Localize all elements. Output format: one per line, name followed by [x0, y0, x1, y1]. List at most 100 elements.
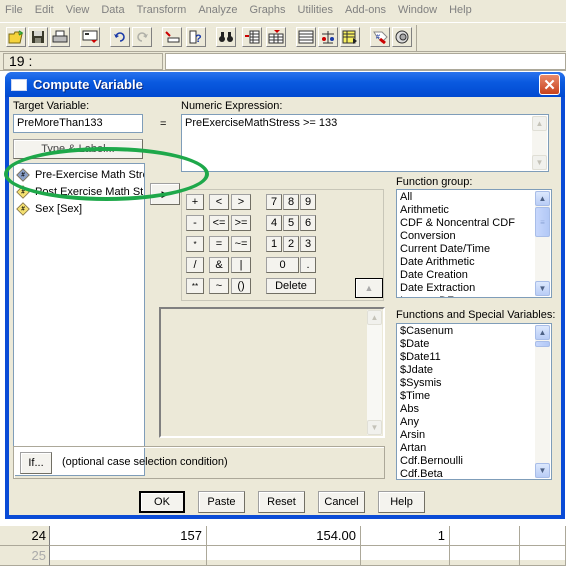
grid-cell[interactable] [450, 526, 520, 546]
function-item[interactable]: Artan [397, 442, 551, 455]
variable-item-post-exercise[interactable]: # Post Exercise Math Str [14, 184, 144, 201]
variable-item-pre-exercise[interactable]: # Pre-Exercise Math Stre [14, 167, 144, 184]
function-group-item[interactable]: All [397, 191, 551, 204]
key-or[interactable]: | [231, 257, 251, 273]
scroll-down-icon[interactable]: ▼ [532, 155, 547, 170]
key-decimal[interactable]: . [300, 257, 316, 273]
menu-view[interactable]: View [61, 4, 97, 16]
key-minus[interactable]: - [186, 215, 204, 231]
paste-button[interactable]: Paste [198, 491, 245, 513]
dialog-recall-icon[interactable] [80, 27, 100, 47]
grid-cell[interactable]: 157 [50, 526, 207, 546]
grid-cell[interactable] [520, 546, 566, 566]
function-item[interactable]: Cdf.Beta [397, 468, 551, 479]
function-item[interactable]: Any [397, 416, 551, 429]
function-item[interactable]: Abs [397, 403, 551, 416]
undo-icon[interactable] [110, 27, 130, 47]
menu-transform[interactable]: Transform [132, 4, 194, 16]
save-icon[interactable] [28, 27, 48, 47]
key-multiply[interactable]: * [186, 236, 204, 252]
functions-scrollbar[interactable]: ▲ ▼ [535, 325, 550, 478]
scroll-up-icon[interactable]: ▲ [535, 191, 550, 206]
scroll-up-icon[interactable]: ▲ [367, 310, 382, 325]
menu-utilities[interactable]: Utilities [293, 4, 340, 16]
ok-button[interactable]: OK [139, 491, 185, 513]
key-3[interactable]: 3 [300, 236, 316, 252]
function-item[interactable]: Cdf.Bernoulli [397, 455, 551, 468]
if-button[interactable]: If... [20, 452, 52, 474]
menu-file[interactable]: File [0, 4, 30, 16]
print-icon[interactable] [50, 27, 70, 47]
menu-add-ons[interactable]: Add-ons [340, 4, 393, 16]
scroll-thumb[interactable] [535, 341, 550, 347]
key-4[interactable]: 4 [266, 215, 282, 231]
scroll-down-icon[interactable]: ▼ [535, 281, 550, 296]
key-9[interactable]: 9 [300, 194, 316, 210]
type-label-button[interactable]: Type & Label... [13, 139, 143, 159]
scroll-down-icon[interactable]: ▼ [535, 463, 550, 478]
key-1[interactable]: 1 [266, 236, 282, 252]
menu-data[interactable]: Data [96, 4, 131, 16]
function-group-item[interactable]: Date Arithmetic [397, 256, 551, 269]
key-divide[interactable]: / [186, 257, 204, 273]
grid-cell[interactable]: 154.00 [207, 526, 361, 546]
key-equal[interactable]: = [209, 236, 229, 252]
menu-edit[interactable]: Edit [30, 4, 61, 16]
use-sets-icon[interactable] [392, 27, 412, 47]
row-header[interactable]: 24 [0, 526, 50, 546]
function-group-item[interactable]: Arithmetic [397, 204, 551, 217]
key-0[interactable]: 0 [266, 257, 299, 273]
key-less-than[interactable]: < [209, 194, 229, 210]
select-cases-icon[interactable] [340, 27, 360, 47]
grid-cell[interactable] [361, 546, 450, 566]
numeric-expression-input[interactable]: PreExerciseMathStress >= 133 ▲ ▼ [181, 114, 549, 172]
function-group-item[interactable]: Inverse DF [397, 295, 551, 297]
menu-analyze[interactable]: Analyze [193, 4, 244, 16]
key-greater-than[interactable]: > [231, 194, 251, 210]
insert-variable-icon[interactable] [266, 27, 286, 47]
key-8[interactable]: 8 [283, 194, 299, 210]
key-5[interactable]: 5 [283, 215, 299, 231]
goto-case-icon[interactable] [162, 27, 182, 47]
cancel-button[interactable]: Cancel [318, 491, 365, 513]
open-folder-icon[interactable] [6, 27, 26, 47]
scroll-up-icon[interactable]: ▲ [532, 116, 547, 131]
expression-scrollbar[interactable]: ▲ ▼ [532, 116, 547, 170]
key-power[interactable]: ** [186, 278, 204, 294]
grid-cell[interactable] [450, 546, 520, 566]
function-group-list[interactable]: All Arithmetic CDF & Noncentral CDF Conv… [396, 189, 552, 298]
function-item[interactable]: $Sysmis [397, 377, 551, 390]
redo-icon[interactable] [132, 27, 152, 47]
menu-help[interactable]: Help [444, 4, 479, 16]
function-group-item[interactable]: CDF & Noncentral CDF [397, 217, 551, 230]
key-parentheses[interactable]: () [231, 278, 251, 294]
scroll-thumb[interactable]: ≡ [535, 207, 550, 237]
function-group-item[interactable]: Current Date/Time [397, 243, 551, 256]
description-scrollbar[interactable]: ▲ ▼ [367, 310, 382, 435]
insert-function-button[interactable]: ▲ [355, 278, 383, 298]
function-item[interactable]: Arsin [397, 429, 551, 442]
function-item[interactable]: $Casenum [397, 325, 551, 338]
function-group-scrollbar[interactable]: ▲ ≡ ▼ [535, 191, 550, 296]
source-variable-list[interactable]: # Pre-Exercise Math Stre # Post Exercise M… [13, 163, 145, 476]
scroll-up-icon[interactable]: ▲ [535, 325, 550, 340]
target-variable-input[interactable]: PreMoreThan133 [13, 114, 143, 133]
key-7[interactable]: 7 [266, 194, 282, 210]
functions-list[interactable]: $Casenum $Date $Date11 $Jdate $Sysmis $T… [396, 323, 552, 480]
key-6[interactable]: 6 [300, 215, 316, 231]
key-2[interactable]: 2 [283, 236, 299, 252]
function-item[interactable]: $Date [397, 338, 551, 351]
variables-info-icon[interactable]: ? [186, 27, 206, 47]
key-greater-equal[interactable]: >= [231, 215, 251, 231]
function-group-item[interactable]: Date Extraction [397, 282, 551, 295]
function-item[interactable]: $Date11 [397, 351, 551, 364]
move-to-expression-button[interactable]: ▶ [150, 183, 180, 205]
function-group-item[interactable]: Conversion [397, 230, 551, 243]
grid-cell[interactable] [520, 526, 566, 546]
menu-graphs[interactable]: Graphs [244, 4, 292, 16]
key-and[interactable]: & [209, 257, 229, 273]
grid-cell[interactable] [50, 546, 207, 566]
variable-item-sex[interactable]: # Sex [Sex] [14, 201, 144, 218]
row-header[interactable]: 25 [0, 546, 50, 566]
value-labels-icon[interactable]: # [370, 27, 390, 47]
